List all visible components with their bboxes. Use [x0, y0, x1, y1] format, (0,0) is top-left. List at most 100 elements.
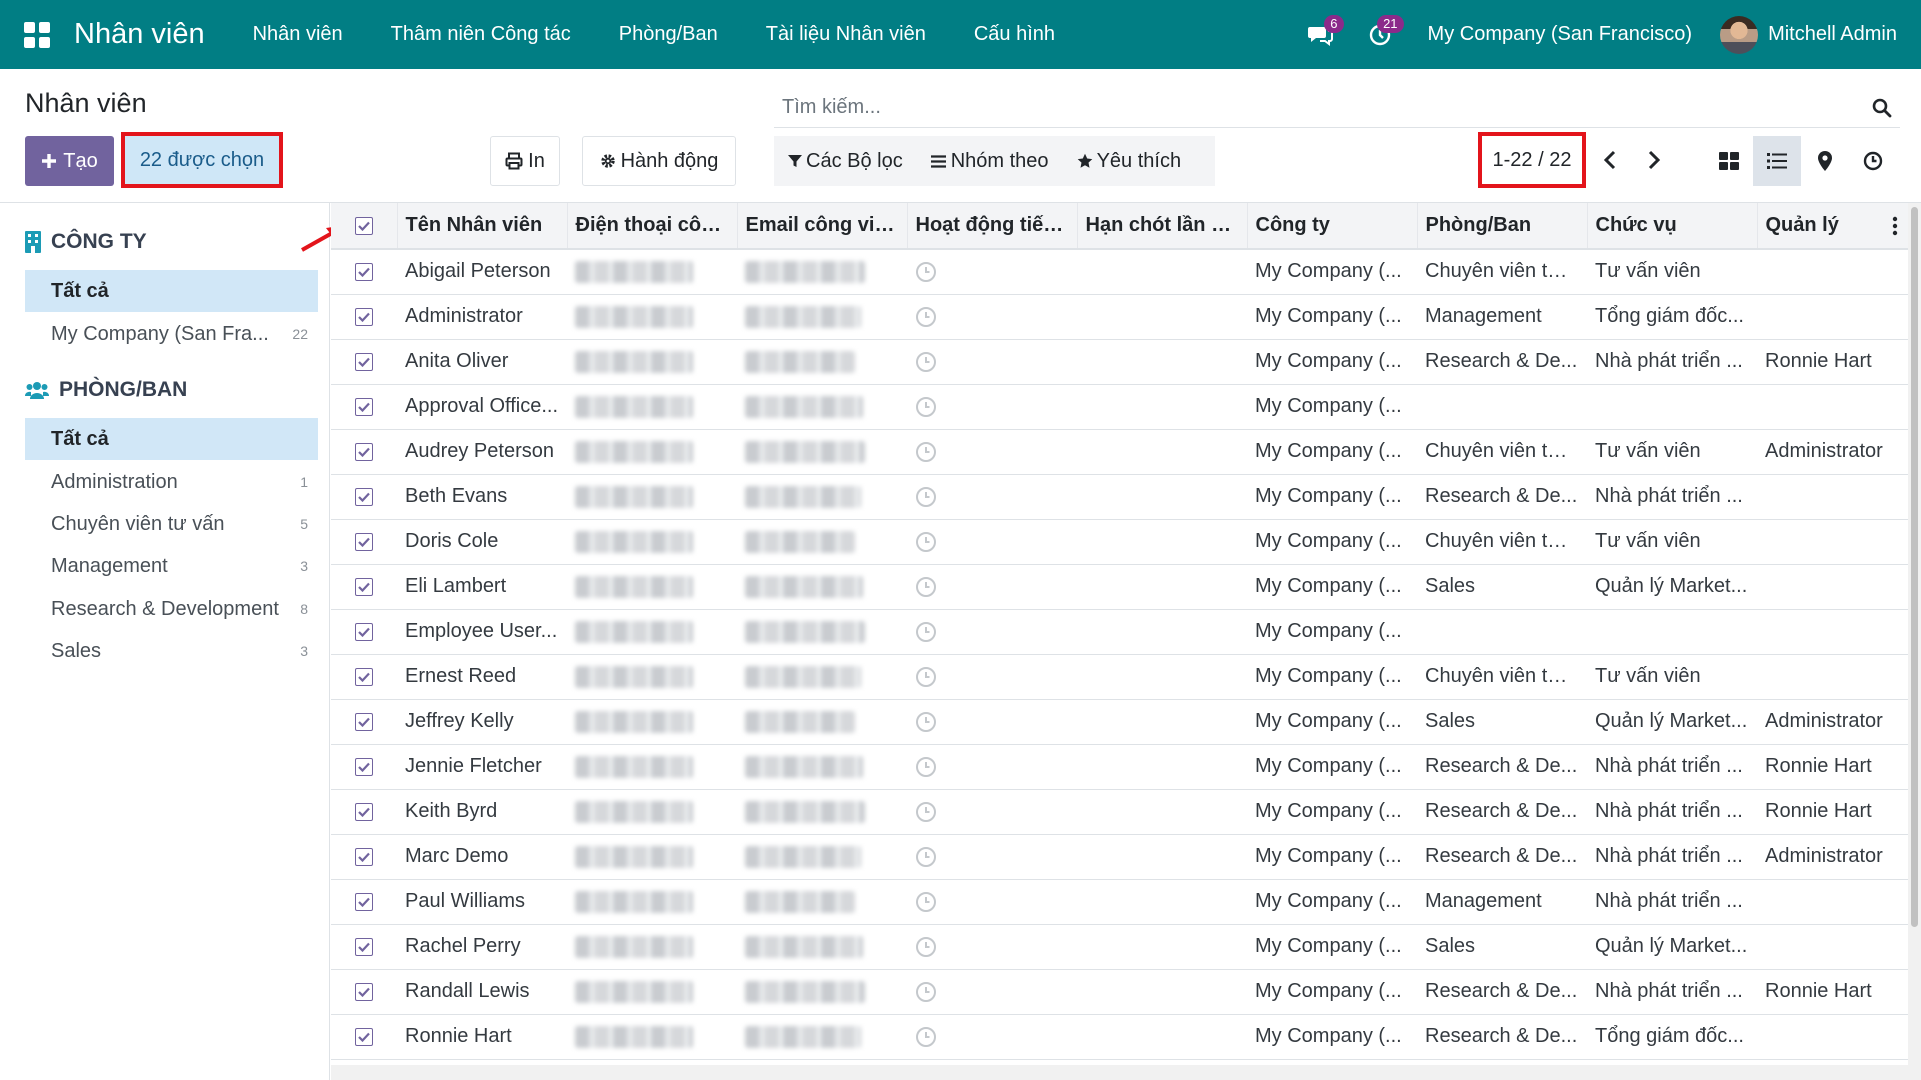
work-email-cell[interactable] — [737, 564, 907, 609]
activity-clock-icon[interactable] — [915, 756, 937, 778]
row-checkbox[interactable] — [355, 1027, 373, 1046]
job-cell[interactable]: Nhà phát triển ... — [1587, 474, 1757, 519]
employee-name-cell[interactable]: Jeffrey Kelly — [397, 699, 567, 744]
manager-cell[interactable] — [1757, 564, 1908, 609]
row-checkbox[interactable] — [355, 487, 373, 506]
work-phone-cell[interactable] — [567, 879, 737, 924]
job-cell[interactable]: Quản lý Market... — [1587, 564, 1757, 609]
company-filter-all[interactable]: Tất cả — [25, 270, 318, 312]
deadline-cell[interactable] — [1077, 789, 1247, 834]
menu-seniority[interactable]: Thâm niên Công tác — [367, 23, 595, 46]
vertical-scrollbar[interactable] — [1908, 203, 1921, 1080]
company-cell[interactable]: My Company (... — [1247, 879, 1417, 924]
next-activity-cell[interactable] — [907, 519, 1077, 564]
employee-name-cell[interactable]: Rachel Perry — [397, 924, 567, 969]
department-filter-all[interactable]: Tất cả — [25, 418, 318, 460]
work-email-cell[interactable] — [737, 879, 907, 924]
row-checkbox[interactable] — [355, 802, 373, 821]
deadline-cell[interactable] — [1077, 969, 1247, 1014]
column-header-department[interactable]: Phòng/Ban — [1417, 203, 1588, 250]
deadline-cell[interactable] — [1077, 654, 1247, 699]
company-cell[interactable]: My Company (... — [1247, 654, 1417, 699]
work-phone-cell[interactable] — [567, 924, 737, 969]
company-cell[interactable]: My Company (... — [1247, 519, 1417, 564]
table-row[interactable]: Doris Cole My Company (... Chuyên viên tư … — [331, 519, 1908, 564]
activity-clock-icon[interactable] — [915, 1026, 937, 1048]
deadline-cell[interactable] — [1077, 924, 1247, 969]
job-cell[interactable]: Tổng giám đốc... — [1587, 294, 1757, 339]
column-header-deadline[interactable]: Hạn chót lần h... — [1077, 203, 1248, 250]
manager-cell[interactable]: Ronnie Hart — [1757, 339, 1908, 384]
activity-clock-icon[interactable] — [915, 621, 937, 643]
map-view-button[interactable] — [1801, 136, 1849, 186]
department-cell[interactable]: Chuyên viên tư ... — [1417, 249, 1587, 294]
department-cell[interactable]: Research & De... — [1417, 474, 1587, 519]
menu-configuration[interactable]: Cấu hình — [950, 23, 1079, 46]
next-activity-cell[interactable] — [907, 744, 1077, 789]
activities-button[interactable]: 21 — [1350, 0, 1410, 69]
messages-button[interactable]: 6 — [1290, 0, 1350, 69]
menu-employees[interactable]: Nhân viên — [229, 23, 367, 46]
table-row[interactable]: Rachel Perry My Company (... Sales Quản lý … — [331, 924, 1908, 969]
department-cell[interactable] — [1417, 609, 1587, 654]
employee-name-cell[interactable]: Marc Demo — [397, 834, 567, 879]
row-checkbox[interactable] — [355, 892, 373, 911]
activity-clock-icon[interactable] — [915, 576, 937, 598]
work-email-cell[interactable] — [737, 474, 907, 519]
column-header-company[interactable]: Công ty — [1247, 203, 1418, 250]
table-row[interactable]: Administrator My Company (... Management Tổ… — [331, 294, 1908, 339]
company-cell[interactable]: My Company (... — [1247, 474, 1417, 519]
department-filter-sales[interactable]: Sales 3 — [25, 630, 318, 672]
job-cell[interactable]: Nhà phát triển ... — [1587, 744, 1757, 789]
activity-clock-icon[interactable] — [915, 261, 937, 283]
row-checkbox[interactable] — [355, 442, 373, 461]
next-activity-cell[interactable] — [907, 654, 1077, 699]
next-activity-cell[interactable] — [907, 429, 1077, 474]
job-cell[interactable] — [1587, 609, 1757, 654]
work-phone-cell[interactable] — [567, 249, 737, 294]
employee-name-cell[interactable]: Randall Lewis — [397, 969, 567, 1014]
department-cell[interactable]: Research & De... — [1417, 789, 1587, 834]
work-email-cell[interactable] — [737, 969, 907, 1014]
company-cell[interactable]: My Company (... — [1247, 294, 1417, 339]
table-row[interactable]: Marc Demo My Company (... Research & De...… — [331, 834, 1908, 879]
table-row[interactable]: Abigail Peterson My Company (... Chuyên vi… — [331, 249, 1908, 294]
employee-name-cell[interactable]: Doris Cole — [397, 519, 567, 564]
print-button[interactable]: In — [490, 136, 560, 186]
employee-name-cell[interactable]: Audrey Peterson — [397, 429, 567, 474]
row-checkbox[interactable] — [355, 307, 373, 326]
job-cell[interactable]: Nhà phát triển ... — [1587, 339, 1757, 384]
next-activity-cell[interactable] — [907, 474, 1077, 519]
work-phone-cell[interactable] — [567, 519, 737, 564]
next-activity-cell[interactable] — [907, 879, 1077, 924]
department-cell[interactable]: Chuyên viên tư ... — [1417, 654, 1587, 699]
manager-cell[interactable]: Administrator — [1757, 429, 1908, 474]
activity-clock-icon[interactable] — [915, 396, 937, 418]
job-cell[interactable]: Quản lý Market... — [1587, 924, 1757, 969]
column-header-work-phone[interactable]: Điện thoại côn... — [567, 203, 738, 250]
list-view-button[interactable] — [1753, 136, 1801, 186]
department-filter-administration[interactable]: Administration 1 — [25, 461, 318, 503]
pager-previous-button[interactable] — [1590, 140, 1630, 180]
deadline-cell[interactable] — [1077, 339, 1247, 384]
row-checkbox[interactable] — [355, 757, 373, 776]
work-email-cell[interactable] — [737, 429, 907, 474]
department-cell[interactable]: Chuyên viên tư ... — [1417, 519, 1587, 564]
deadline-cell[interactable] — [1077, 384, 1247, 429]
activity-clock-icon[interactable] — [915, 936, 937, 958]
row-checkbox[interactable] — [355, 982, 373, 1001]
employee-name-cell[interactable]: Employee User... — [397, 609, 567, 654]
table-row[interactable]: Anita Oliver My Company (... Research & De… — [331, 339, 1908, 384]
row-checkbox[interactable] — [355, 262, 373, 281]
department-cell[interactable]: Research & De... — [1417, 744, 1587, 789]
work-email-cell[interactable] — [737, 654, 907, 699]
department-cell[interactable]: Sales — [1417, 924, 1587, 969]
department-cell[interactable]: Chuyên viên tư ... — [1417, 429, 1587, 474]
manager-cell[interactable] — [1757, 249, 1908, 294]
employee-name-cell[interactable]: Keith Byrd — [397, 789, 567, 834]
job-cell[interactable] — [1587, 384, 1757, 429]
deadline-cell[interactable] — [1077, 564, 1247, 609]
work-email-cell[interactable] — [737, 744, 907, 789]
table-row[interactable]: Ronnie Hart My Company (... Research & De.… — [331, 1014, 1908, 1059]
activity-clock-icon[interactable] — [915, 486, 937, 508]
